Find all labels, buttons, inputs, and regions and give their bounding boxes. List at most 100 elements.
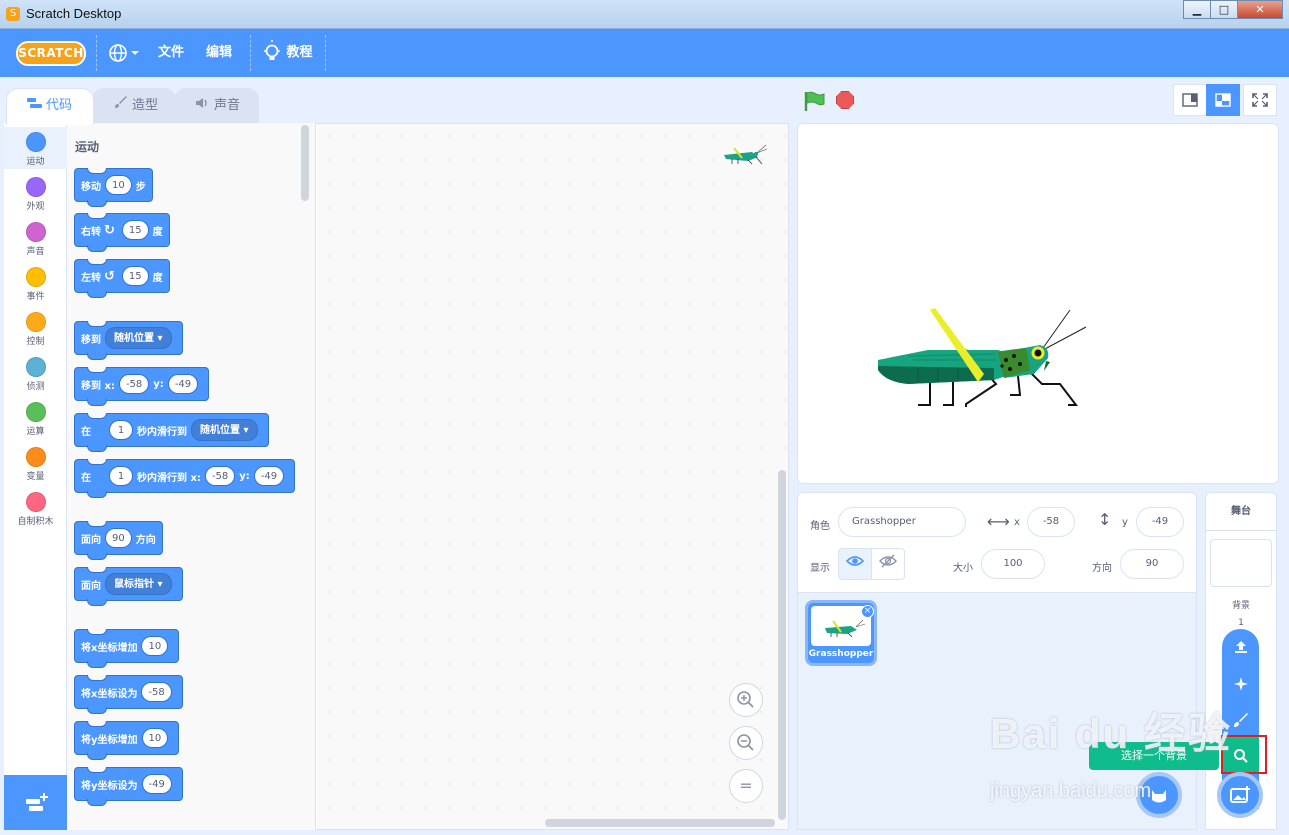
baidu-watermark: Bai du 经验	[990, 710, 1233, 757]
block-input[interactable]: -49	[141, 774, 172, 794]
minimize-button[interactable]: ▁	[1183, 0, 1211, 19]
sprite-tile[interactable]: Grasshopper ×	[805, 600, 877, 666]
block-point-towards[interactable]: 面向 鼠标指针 ▾	[74, 567, 183, 606]
block-input[interactable]: -58	[118, 374, 150, 394]
speaker-icon	[195, 89, 210, 123]
window-controls: ▁ □ ✕	[1183, 0, 1283, 19]
x-field[interactable]: -58	[1027, 507, 1075, 537]
stop-sign-icon[interactable]	[836, 91, 854, 109]
block-input[interactable]: 10	[141, 636, 169, 656]
block-input[interactable]: -58	[204, 466, 236, 486]
block-input[interactable]: 90	[105, 528, 132, 548]
block-text: 度	[152, 272, 163, 284]
block-glide-xy[interactable]: 在 1 秒内滑行到 x: -58 y: -49	[74, 459, 296, 498]
scratch-logo[interactable]: SCRATCH	[16, 41, 86, 66]
category-dot	[25, 267, 46, 287]
upload-backdrop-button[interactable]	[1222, 629, 1259, 665]
category-looks[interactable]: 外观	[4, 177, 67, 212]
y-field[interactable]: -49	[1136, 507, 1184, 537]
surprise-backdrop-button[interactable]	[1222, 666, 1259, 702]
block-dropdown[interactable]: 随机位置 ▾	[105, 327, 172, 349]
size-field[interactable]: 100	[981, 549, 1045, 579]
choose-backdrop-button[interactable]	[1217, 772, 1263, 818]
maximize-button[interactable]: □	[1210, 0, 1238, 19]
zoom-in-button[interactable]	[729, 683, 763, 717]
block-input[interactable]: -49	[253, 466, 285, 486]
grasshopper-sprite[interactable]	[798, 124, 1279, 484]
block-input[interactable]: 10	[141, 728, 169, 748]
script-workspace[interactable]	[317, 124, 788, 829]
category-menu: 运动 外观 声音 事件 控制 侦测 运算 变量 自制积木	[4, 123, 67, 775]
category-operators[interactable]: 运算	[4, 402, 67, 437]
small-stage-button[interactable]	[1173, 84, 1207, 116]
direction-field[interactable]: 90	[1120, 549, 1184, 579]
block-turn-right[interactable]: 右转 ↻ 15 度	[74, 213, 170, 252]
block-goto-xy[interactable]: 移到 x: -58 y: -49	[74, 367, 210, 406]
edit-menu[interactable]: 编辑	[206, 29, 232, 77]
block-text: 将y坐标增加	[81, 734, 138, 746]
block-dropdown[interactable]: 鼠标指针 ▾	[105, 573, 172, 595]
backdrop-thumbnail[interactable]	[1210, 539, 1272, 587]
block-text: y:	[239, 470, 250, 482]
window-titlebar: S Scratch Desktop ▁ □ ✕	[0, 0, 1289, 29]
block-set-y[interactable]: 将y坐标设为 -49	[74, 767, 183, 806]
category-dot	[25, 402, 46, 422]
block-input[interactable]: -58	[141, 682, 172, 702]
normal-stage-button[interactable]	[1206, 84, 1240, 116]
category-label: 自制积木	[17, 517, 54, 527]
block-glide[interactable]: 在 1 秒内滑行到 随机位置 ▾	[74, 413, 269, 452]
block-input[interactable]: 15	[121, 266, 149, 286]
block-change-x[interactable]: 将x坐标增加 10	[74, 629, 180, 668]
category-label: 事件	[26, 292, 45, 302]
file-menu[interactable]: 文件	[158, 29, 184, 77]
category-control[interactable]: 控制	[4, 312, 67, 347]
show-sprite-button[interactable]	[838, 548, 872, 580]
category-dot	[25, 312, 46, 332]
add-extension-button[interactable]	[4, 775, 67, 830]
workspace-vertical-scrollbar[interactable]	[778, 470, 786, 820]
close-button[interactable]: ✕	[1237, 0, 1283, 19]
green-flag-icon[interactable]	[803, 90, 825, 112]
language-menu[interactable]	[107, 29, 141, 77]
delete-sprite-icon[interactable]: ×	[861, 605, 874, 618]
tab-code[interactable]: 代码	[6, 88, 94, 125]
x-label: x	[1014, 517, 1020, 528]
block-text: 将y坐标设为	[81, 780, 138, 792]
tab-costumes[interactable]: 造型	[92, 88, 176, 124]
block-input[interactable]: 1	[109, 420, 133, 440]
block-input[interactable]: 1	[109, 466, 133, 486]
block-set-x[interactable]: 将x坐标设为 -58	[74, 675, 183, 714]
category-motion[interactable]: 运动	[4, 127, 67, 169]
fullscreen-button[interactable]	[1243, 84, 1277, 116]
menu-divider	[250, 35, 251, 71]
category-sound[interactable]: 声音	[4, 222, 67, 257]
tutorials-label: 教程	[286, 45, 313, 60]
sprite-name-field[interactable]: Grasshopper	[838, 507, 966, 537]
zoom-reset-button[interactable]: =	[729, 769, 763, 803]
block-point-direction[interactable]: 面向 90 方向	[74, 521, 163, 560]
tutorials-menu[interactable]: 教程	[262, 29, 313, 77]
stage-canvas[interactable]	[797, 123, 1279, 484]
sprite-name-label: 角色	[810, 521, 830, 532]
block-change-y[interactable]: 将y坐标增加 10	[74, 721, 180, 760]
block-move-steps[interactable]: 移动 10 步	[74, 168, 153, 207]
block-turn-left[interactable]: 左转 ↺ 15 度	[74, 259, 170, 298]
category-variables[interactable]: 变量	[4, 447, 67, 482]
zoom-out-button[interactable]	[729, 726, 763, 760]
block-goto[interactable]: 移到 随机位置 ▾	[74, 321, 183, 360]
category-sensing[interactable]: 侦测	[4, 357, 67, 392]
block-dropdown[interactable]: 随机位置 ▾	[191, 419, 258, 441]
palette-scrollbar[interactable]	[301, 125, 309, 201]
y-arrows-icon: ↕	[1098, 510, 1112, 529]
block-input[interactable]: -49	[167, 374, 199, 394]
tab-sounds[interactable]: 声音	[174, 88, 259, 124]
size-label: 大小	[953, 563, 973, 574]
category-my-blocks[interactable]: 自制积木	[4, 492, 67, 527]
code-blocks-icon	[27, 89, 42, 123]
hide-sprite-button[interactable]	[871, 548, 905, 580]
dropdown-value: 随机位置	[200, 425, 240, 436]
workspace-horizontal-scrollbar[interactable]	[545, 819, 775, 827]
block-input[interactable]: 10	[105, 175, 132, 195]
block-input[interactable]: 15	[121, 220, 149, 240]
category-events[interactable]: 事件	[4, 267, 67, 302]
